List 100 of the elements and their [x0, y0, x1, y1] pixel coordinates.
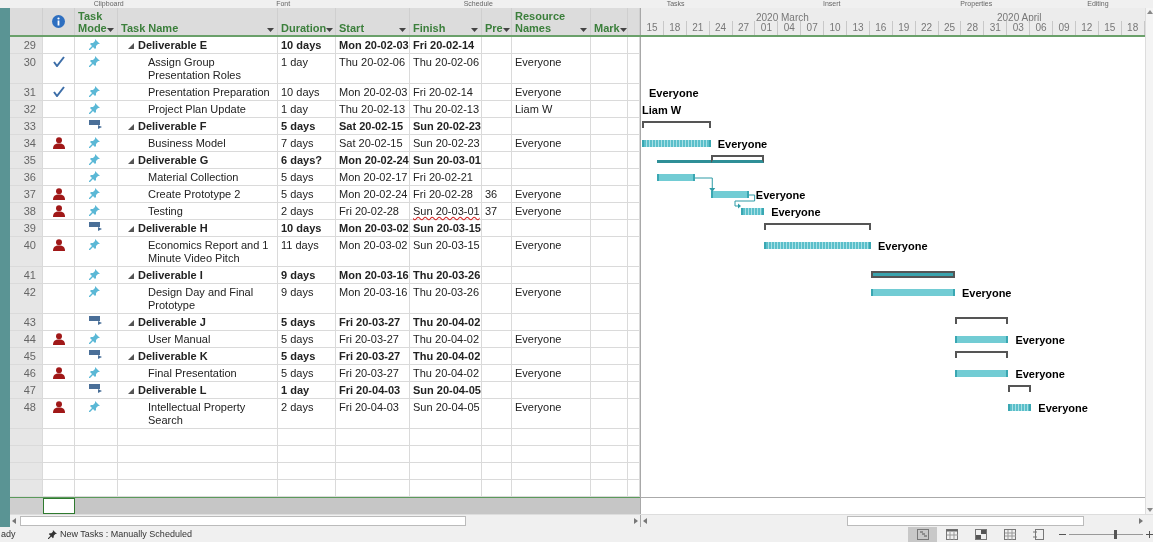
scroll-up-icon[interactable]: [1146, 10, 1153, 14]
dropdown-caret-icon[interactable]: [107, 28, 114, 32]
status-text[interactable]: New Tasks : Manually Scheduled: [60, 527, 192, 542]
day-label: 01: [755, 21, 779, 35]
dropdown-caret-icon[interactable]: [502, 28, 510, 32]
selected-cell[interactable]: [43, 498, 75, 514]
collapse-triangle-icon[interactable]: [128, 354, 134, 360]
row-number[interactable]: 44: [10, 331, 43, 348]
column-header[interactable]: Task Mode: [75, 8, 118, 35]
column-header[interactable]: Mark: [591, 8, 628, 35]
row-number[interactable]: 31: [10, 84, 43, 101]
task-name: Design Day and Final Prototype: [148, 286, 255, 312]
row-number[interactable]: 41: [10, 267, 43, 284]
table-cell: [482, 446, 512, 463]
row-number[interactable]: 42: [10, 284, 43, 314]
collapse-triangle-icon[interactable]: [128, 320, 134, 326]
collapse-triangle-icon[interactable]: [128, 158, 134, 164]
row-number[interactable]: 36: [10, 169, 43, 186]
scroll-right-icon[interactable]: [634, 518, 638, 524]
finish-date: Sun 20-02-23: [413, 137, 480, 149]
scrollbar-thumb[interactable]: [20, 516, 466, 526]
dropdown-caret-icon[interactable]: [580, 28, 587, 32]
dropdown-caret-icon[interactable]: [471, 28, 478, 32]
task-bar[interactable]: [954, 336, 1009, 343]
row-number[interactable]: 29: [10, 37, 43, 54]
collapse-triangle-icon[interactable]: [128, 124, 134, 130]
column-header[interactable]: Resource Names: [512, 8, 591, 35]
scroll-right-icon[interactable]: [1139, 518, 1143, 524]
summary-bracket[interactable]: [1008, 385, 1032, 392]
zoom-slider[interactable]: [1069, 530, 1143, 539]
scroll-left-icon[interactable]: [12, 518, 16, 524]
table-cell: 1 day: [278, 54, 336, 84]
bar-label: Everyone: [961, 286, 1012, 301]
dropdown-caret-icon[interactable]: [267, 28, 274, 32]
task-bar[interactable]: [764, 242, 871, 249]
dropdown-caret-icon[interactable]: [619, 28, 627, 32]
day-label: 03: [1007, 21, 1031, 35]
summary-bracket[interactable]: [954, 317, 1009, 324]
row-number[interactable]: 46: [10, 365, 43, 382]
zoom-in-icon[interactable]: [1146, 531, 1153, 538]
collapse-triangle-icon[interactable]: [128, 43, 134, 49]
row-number[interactable]: 34: [10, 135, 43, 152]
scroll-down-icon[interactable]: [1146, 508, 1153, 512]
table-cell: [591, 84, 628, 101]
column-header[interactable]: Finish: [410, 8, 482, 35]
summary-bracket[interactable]: [642, 121, 711, 128]
row-number[interactable]: 43: [10, 314, 43, 331]
task-bar[interactable]: [642, 140, 711, 147]
task-name: Final Presentation: [148, 367, 237, 380]
day-label: 09: [1053, 21, 1076, 35]
vertical-scrollbar[interactable]: [1145, 8, 1153, 514]
row-number[interactable]: 33: [10, 118, 43, 135]
row-number[interactable]: 30: [10, 54, 43, 84]
auto-schedule-icon: [89, 316, 103, 325]
row-number[interactable]: 38: [10, 203, 43, 220]
dropdown-caret-icon[interactable]: [399, 28, 406, 32]
summary-bar[interactable]: [657, 155, 765, 163]
column-header[interactable]: Start: [336, 8, 410, 35]
task-bar[interactable]: [710, 191, 749, 198]
row-number[interactable]: 39: [10, 220, 43, 237]
finish-date: Sun 20-03-01: [413, 205, 480, 217]
day-label: 16: [869, 21, 893, 35]
collapse-triangle-icon[interactable]: [128, 226, 134, 232]
row-number[interactable]: 37: [10, 186, 43, 203]
row-number[interactable]: 48: [10, 399, 43, 429]
column-header[interactable]: Task Name: [118, 8, 278, 35]
table-cell: 10 days: [278, 84, 336, 101]
column-header[interactable]: Pre: [482, 8, 512, 35]
task-bar[interactable]: [741, 208, 765, 215]
zoom-slider-thumb[interactable]: [1113, 530, 1117, 539]
day-label: 25: [938, 21, 962, 35]
scroll-left-icon[interactable]: [643, 518, 647, 524]
row-number[interactable]: 47: [10, 382, 43, 399]
row-number[interactable]: 45: [10, 348, 43, 365]
table-cell: 5 days: [278, 118, 336, 135]
table-cell: [75, 463, 118, 480]
pushpin-icon: [89, 401, 100, 412]
summary-bracket[interactable]: [954, 351, 1009, 358]
task-bar[interactable]: [1008, 404, 1032, 411]
scrollbar-thumb[interactable]: [847, 516, 1084, 526]
pushpin-icon: [89, 367, 100, 378]
pushpin-icon: [89, 86, 100, 97]
horizontal-scrollbar[interactable]: [10, 515, 640, 527]
task-bar[interactable]: [954, 370, 1009, 377]
horizontal-scrollbar[interactable]: [641, 515, 1145, 527]
collapse-triangle-icon[interactable]: [128, 388, 134, 394]
row-number[interactable]: 35: [10, 152, 43, 169]
row-number[interactable]: 32: [10, 101, 43, 118]
zoom-out-icon[interactable]: [1059, 531, 1066, 538]
column-header[interactable]: Duration: [278, 8, 336, 35]
row-number[interactable]: 40: [10, 237, 43, 267]
person-icon: [52, 333, 65, 345]
finish-date: Thu 20-02-06: [413, 56, 480, 68]
summary-bracket[interactable]: [764, 223, 871, 230]
dropdown-caret-icon[interactable]: [326, 28, 334, 32]
collapse-triangle-icon[interactable]: [128, 273, 134, 279]
table-cell: [591, 237, 628, 267]
table-cell: [591, 382, 628, 399]
table-cell: 37: [482, 203, 512, 220]
view-button[interactable]: [908, 527, 937, 542]
